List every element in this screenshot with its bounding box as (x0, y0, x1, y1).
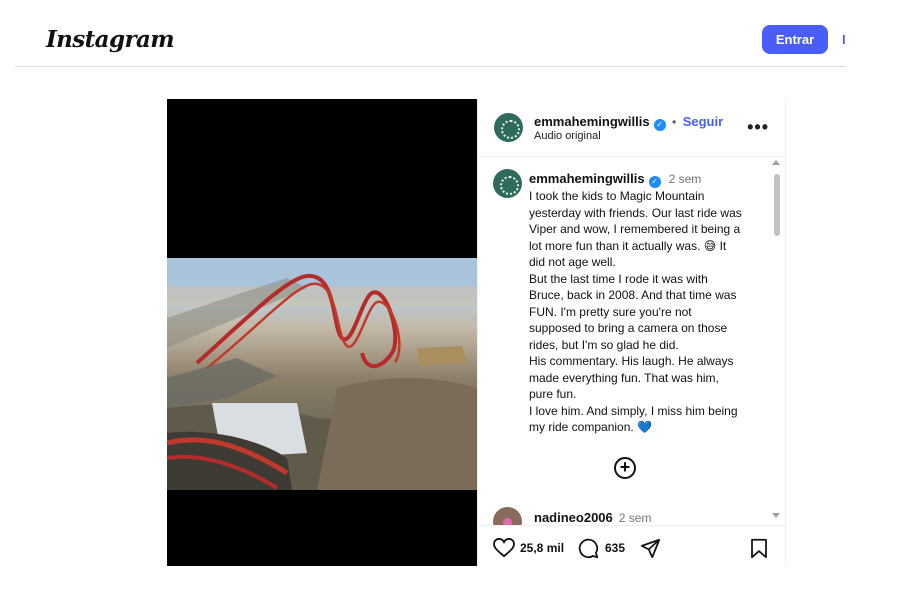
more-icon[interactable]: ••• (747, 117, 769, 138)
caption-line: did not age well. (529, 255, 616, 269)
audio-label[interactable]: Audio original (534, 130, 601, 142)
signup-link[interactable]: I (842, 32, 846, 47)
post-caption: emmahemingwillis ✓ 2 sem I took the kids t… (529, 171, 764, 436)
comment-icon[interactable] (578, 538, 599, 559)
caption-line: supposed to bring a camera on those (529, 321, 728, 335)
caption-line: Viper and wow, I remembered it being a (529, 222, 741, 236)
instagram-logo[interactable]: Instagram (46, 26, 175, 53)
verified-icon: ✓ (648, 176, 661, 188)
caption-line: pure fun. (529, 387, 577, 401)
comment-header: nadineo2006 2 sem (534, 509, 651, 525)
caption-time: 2 sem (668, 172, 702, 186)
verified-icon: ✓ (653, 119, 666, 131)
commenter-username[interactable]: nadineo2006 (534, 510, 613, 525)
caption-line: Bruce, back in 2008. And that time was (529, 288, 737, 302)
caption-line: made everything fun. That was him, (529, 370, 719, 385)
caption-line: rides, but I'm so glad he did. (529, 337, 679, 352)
top-bar: Instagram Entrar I (0, 0, 905, 68)
heart-icon[interactable] (493, 538, 515, 558)
post-panel: emmahemingwillis ✓ • Seguir Audio origina… (477, 99, 787, 566)
scroll-thumb[interactable] (774, 174, 780, 236)
scroll-up-arrow[interactable] (772, 160, 780, 165)
caption-line: yesterday with friends. Our last ride wa… (529, 205, 742, 220)
comment-time: 2 sem (618, 511, 652, 525)
caption-avatar[interactable] (493, 169, 522, 198)
comments-section[interactable]: emmahemingwillis ✓ 2 sem I took the kids t… (478, 157, 787, 525)
scroll-down-arrow[interactable] (772, 513, 780, 518)
likes-count[interactable]: 25,8 mil (520, 541, 564, 555)
action-bar: 25,8 mil 635 (478, 525, 787, 566)
commenter-avatar[interactable] (493, 507, 522, 525)
author-line: emmahemingwillis ✓ • Seguir (534, 113, 723, 131)
comment-item: nadineo2006 2 sem (493, 507, 763, 525)
add-comment-icon[interactable]: + (614, 457, 636, 479)
caption-line: FUN. I'm pretty sure you're not (529, 304, 692, 319)
header-divider (15, 66, 846, 67)
post-header: emmahemingwillis ✓ • Seguir Audio origina… (478, 99, 787, 157)
author-username[interactable]: emmahemingwillis (534, 114, 650, 129)
reel-video[interactable] (167, 99, 477, 566)
login-button[interactable]: Entrar (762, 25, 828, 54)
comments-count[interactable]: 635 (605, 541, 625, 555)
caption-line: I took the kids to Magic Mountain (529, 189, 705, 203)
caption-line: my ride companion. 💙 (529, 420, 652, 434)
rollercoaster-image (167, 258, 477, 490)
separator-dot: • (672, 115, 677, 129)
caption-line: lot more fun than it actually was. 😅 It (529, 238, 727, 253)
caption-line: His commentary. His laugh. He always (529, 354, 734, 368)
comments-scrollbar[interactable] (772, 157, 784, 525)
author-avatar[interactable] (494, 113, 523, 142)
follow-button[interactable]: Seguir (683, 114, 723, 129)
video-frame (167, 258, 477, 490)
caption-header: emmahemingwillis ✓ 2 sem (529, 171, 764, 188)
bookmark-icon[interactable] (750, 538, 768, 559)
share-icon[interactable] (640, 538, 661, 559)
caption-line: I love him. And simply, I miss him being (529, 403, 738, 418)
caption-username[interactable]: emmahemingwillis (529, 171, 645, 186)
caption-line: But the last time I rode it was with (529, 271, 708, 286)
